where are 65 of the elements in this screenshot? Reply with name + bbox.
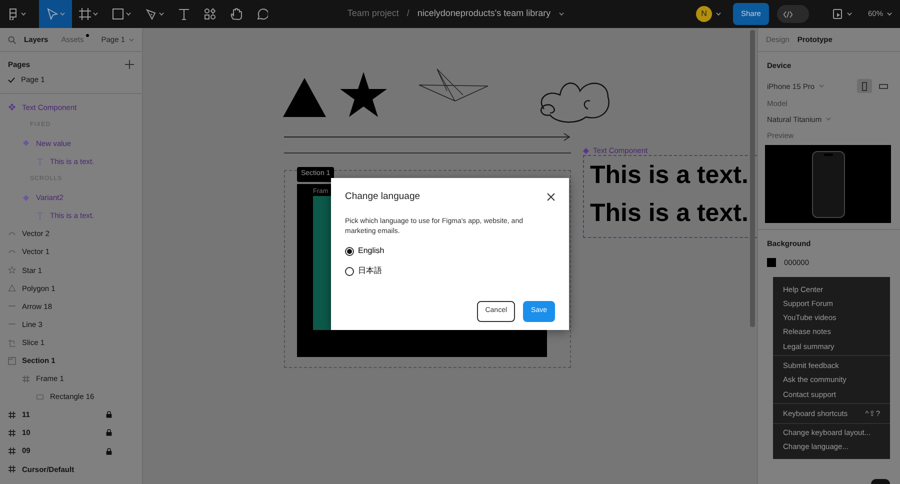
move-tool[interactable] bbox=[39, 0, 72, 28]
hash-icon bbox=[8, 410, 16, 419]
triangle-icon bbox=[8, 284, 16, 292]
scrollbar[interactable] bbox=[750, 30, 755, 327]
orientation-button[interactable] bbox=[857, 79, 872, 94]
triangle-shape bbox=[283, 78, 326, 117]
phone-icon bbox=[812, 150, 844, 218]
paper-plane-drawing bbox=[417, 67, 488, 102]
diamond-icon bbox=[22, 194, 30, 202]
canvas-text: This is a text. bbox=[590, 198, 748, 229]
lock-icon bbox=[106, 411, 112, 418]
logo-icon bbox=[7, 8, 19, 20]
present-icon[interactable] bbox=[832, 9, 843, 19]
rectangle-icon bbox=[36, 392, 44, 401]
language-option[interactable]: English bbox=[345, 245, 555, 258]
caret-icon bbox=[846, 12, 852, 16]
hash-icon bbox=[8, 428, 16, 437]
hash-icon bbox=[22, 374, 30, 383]
notification-dot bbox=[86, 34, 89, 37]
code-icon bbox=[782, 10, 793, 18]
caret-icon bbox=[129, 38, 134, 42]
text-icon bbox=[36, 212, 44, 220]
hash-icon bbox=[8, 447, 16, 456]
lock-icon bbox=[106, 429, 112, 436]
diamond-icon bbox=[22, 139, 30, 148]
star-shape bbox=[340, 72, 387, 117]
search-icon[interactable] bbox=[8, 36, 16, 44]
text-icon bbox=[178, 8, 190, 20]
file-name[interactable]: nicelydoneproducts's team library bbox=[417, 7, 564, 21]
lock-icon bbox=[106, 448, 112, 455]
language-option[interactable]: 日本語 bbox=[345, 265, 555, 278]
caret-icon bbox=[818, 84, 824, 88]
dialog-title: Change language bbox=[345, 190, 420, 204]
caret-icon bbox=[716, 12, 721, 16]
breadcrumb-separator: / bbox=[406, 7, 410, 20]
caret-icon bbox=[826, 117, 831, 122]
plus-icon[interactable] bbox=[125, 60, 134, 70]
hash-icon bbox=[8, 465, 16, 474]
close-icon[interactable] bbox=[547, 193, 555, 202]
shapes-icon bbox=[204, 8, 216, 20]
component-icon bbox=[583, 148, 589, 154]
hand-icon bbox=[230, 8, 242, 20]
help-button[interactable] bbox=[871, 479, 890, 484]
comment-icon bbox=[256, 8, 268, 20]
avatar[interactable]: N bbox=[696, 6, 712, 22]
canvas-text: This is a text. bbox=[590, 160, 748, 191]
caret-icon bbox=[887, 12, 892, 16]
section-icon bbox=[8, 356, 16, 365]
check-icon bbox=[8, 76, 15, 83]
radio-button[interactable] bbox=[345, 266, 354, 276]
color-swatch[interactable] bbox=[767, 258, 776, 268]
slice-icon bbox=[8, 338, 16, 347]
star-icon bbox=[8, 266, 16, 274]
frame-icon bbox=[79, 8, 91, 20]
code-toggle[interactable] bbox=[776, 5, 809, 23]
cursor-icon bbox=[46, 8, 58, 20]
square-icon bbox=[112, 8, 124, 20]
portrait-icon bbox=[862, 82, 867, 91]
text-icon bbox=[36, 158, 44, 166]
project-name[interactable]: Team project bbox=[347, 7, 399, 21]
radio-button[interactable] bbox=[345, 246, 354, 256]
pen-icon bbox=[145, 8, 157, 20]
component-icon bbox=[8, 103, 16, 112]
landscape-icon bbox=[879, 84, 888, 89]
caret-icon bbox=[558, 12, 564, 16]
